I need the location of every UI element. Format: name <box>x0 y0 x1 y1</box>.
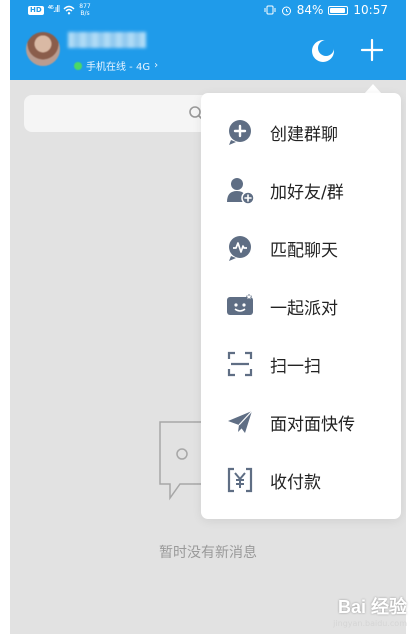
menu-item-create-group[interactable]: 创建群聊 <box>201 103 401 161</box>
clock: 10:57 <box>353 3 388 17</box>
search-bar[interactable] <box>24 95 224 132</box>
app-header: 手机在线 - 4G › <box>10 22 406 80</box>
online-status[interactable]: 手机在线 - 4G › <box>74 58 158 73</box>
battery-icon <box>328 5 349 15</box>
empty-message-text: 暂时没有新消息 <box>159 545 257 561</box>
watermark-url: jingyan.baidu.com <box>333 619 407 628</box>
menu-item-face-transfer[interactable]: 面对面快传 <box>201 393 401 451</box>
menu-item-payment[interactable]: 收付款 <box>201 451 401 509</box>
alarm-icon <box>281 6 291 15</box>
menu-item-add-friend[interactable]: 加好友/群 <box>201 161 401 219</box>
menu-item-match-chat[interactable]: 匹配聊天 <box>201 219 401 277</box>
create-group-icon <box>229 120 251 145</box>
scan-icon <box>227 351 253 377</box>
watermark-brand: Bai 经验 <box>337 597 407 617</box>
menu-item-label: 收付款 <box>270 472 321 493</box>
watermark: Bai 经验 jingyan.baidu.com <box>333 593 407 628</box>
add-friend-icon <box>227 178 255 205</box>
network-speed: 877 B/s <box>79 3 91 17</box>
menu-item-scan[interactable]: 扫一扫 <box>201 335 401 393</box>
match-chat-icon <box>229 236 251 261</box>
menu-item-label: 面对面快传 <box>270 414 355 435</box>
face-transfer-icon <box>228 410 253 433</box>
avatar[interactable] <box>26 32 60 66</box>
menu-item-label: 匹配聊天 <box>270 240 338 261</box>
status-bar: HD ⁴⁶.ıll 877 B/s 84% 10:57 <box>10 0 406 22</box>
battery-percent: 84% <box>296 3 324 17</box>
hd-badge: HD <box>28 5 44 15</box>
menu-item-label: 扫一扫 <box>270 356 321 377</box>
wifi-icon <box>63 5 75 15</box>
menu-item-label: 创建群聊 <box>270 124 338 145</box>
plus-dropdown-menu: 创建群聊 加好友/群 匹配聊天 一起派对 扫一扫 面对面快传 收付款 <box>201 93 401 519</box>
payment-icon <box>227 467 253 493</box>
plus-icon[interactable] <box>358 36 386 64</box>
qq-home-screen: HD ⁴⁶.ıll 877 B/s 84% 10:57 手机在线 - 4G › … <box>10 0 406 634</box>
online-dot-icon <box>74 61 82 70</box>
night-mode-icon[interactable] <box>310 38 336 64</box>
vibrate-icon <box>264 5 276 15</box>
signal-icon: ⁴⁶.ıll <box>47 5 61 15</box>
menu-item-label: 一起派对 <box>270 298 338 319</box>
online-status-text: 手机在线 - 4G <box>86 62 151 73</box>
party-icon <box>227 293 253 315</box>
nickname-blurred[interactable] <box>68 32 146 48</box>
chevron-right-icon: › <box>154 60 159 71</box>
menu-item-party[interactable]: 一起派对 <box>201 277 401 335</box>
menu-item-label: 加好友/群 <box>270 182 344 203</box>
